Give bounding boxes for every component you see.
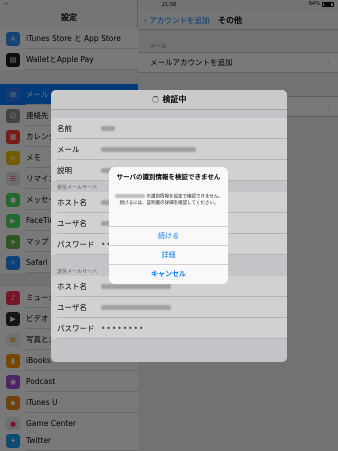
redacted-server-name [115,194,146,198]
details-button[interactable]: 詳細 [109,245,228,264]
continue-button[interactable]: 続ける [109,226,228,245]
cancel-button[interactable]: キャンセル [109,264,228,283]
alert-title: サーバの識別情報を検証できません [116,173,221,181]
certificate-alert: サーバの識別情報を検証できません の識別情報を設定で確認できません。続けるには、… [109,167,228,284]
settings-screen: 設定 A iTunes Store と App Store ▤ WalletとA… [0,0,338,451]
alert-message: の識別情報を設定で確認できません。続けるには、証明書の詳細を確認してください。 [115,194,223,207]
